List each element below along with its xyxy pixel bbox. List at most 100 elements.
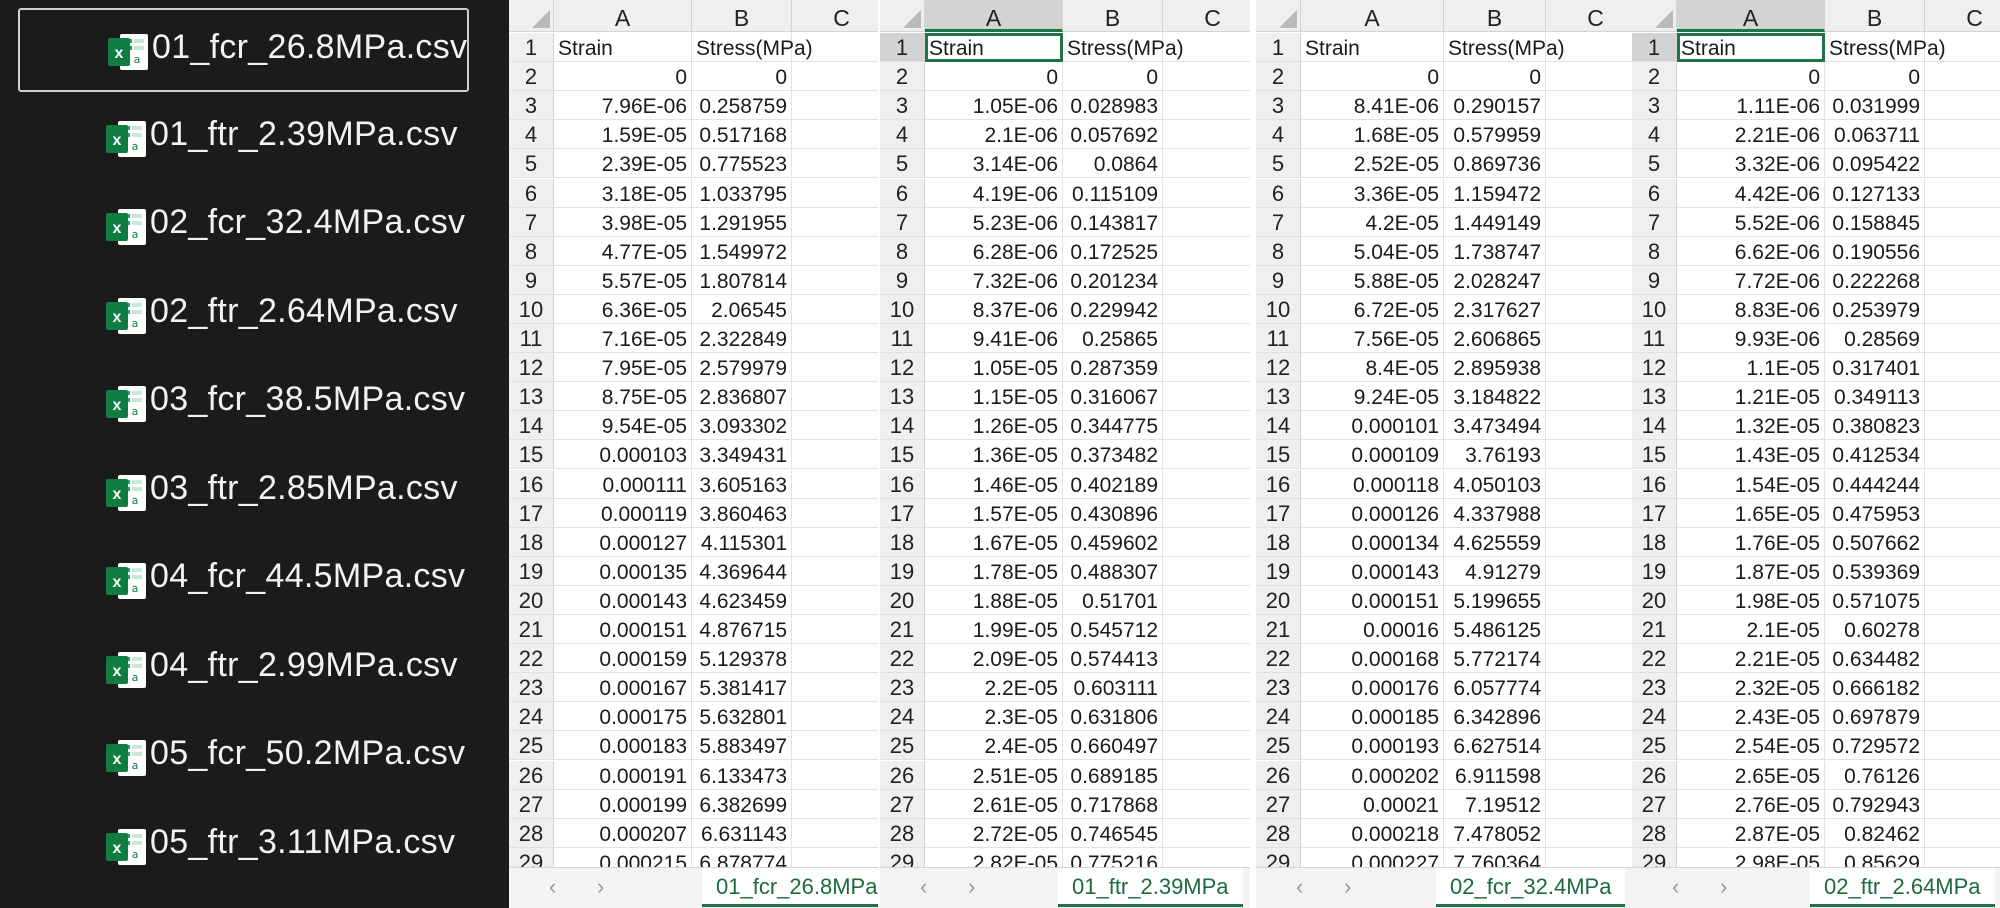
table-cell[interactable]: 0.229942: [1063, 294, 1163, 324]
table-cell[interactable]: 0.000126: [1301, 498, 1444, 528]
table-cell[interactable]: 5.486125: [1444, 615, 1546, 645]
table-cell[interactable]: 1.05E-05: [925, 353, 1063, 383]
table-cell[interactable]: 0.057692: [1063, 120, 1163, 150]
table-cell[interactable]: 0.000159: [554, 644, 692, 674]
table-cell[interactable]: 0.000109: [1301, 440, 1444, 470]
table-cell[interactable]: [792, 266, 878, 295]
table-cell[interactable]: 0.373482: [1063, 440, 1163, 470]
row-header[interactable]: 26: [880, 760, 925, 790]
table-cell[interactable]: 0.775523: [692, 149, 792, 179]
table-cell[interactable]: 0.00021: [1301, 789, 1444, 819]
table-cell[interactable]: 2.39E-05: [554, 149, 692, 179]
table-cell[interactable]: 0.545712: [1063, 615, 1163, 645]
table-cell[interactable]: [792, 324, 878, 354]
table-cell[interactable]: 0.290157: [1444, 91, 1546, 121]
row-header[interactable]: 7: [1632, 207, 1677, 237]
row-header[interactable]: 16: [509, 469, 554, 499]
table-cell[interactable]: 2.43E-05: [1677, 702, 1825, 732]
table-cell[interactable]: [1546, 528, 1632, 557]
table-cell[interactable]: 0.000207: [554, 818, 692, 848]
table-cell[interactable]: 5.88E-05: [1301, 265, 1444, 295]
row-header[interactable]: 28: [1632, 818, 1677, 848]
table-cell[interactable]: 2.3E-05: [925, 702, 1063, 732]
row-header[interactable]: 2: [1632, 62, 1677, 92]
table-cell[interactable]: [1163, 179, 1250, 208]
table-cell[interactable]: 0.000199: [554, 789, 692, 819]
table-cell[interactable]: 0.000143: [554, 585, 692, 615]
row-header[interactable]: 6: [880, 178, 925, 208]
table-cell[interactable]: [1925, 62, 2000, 92]
table-cell[interactable]: [1163, 91, 1250, 121]
row-header[interactable]: 21: [1632, 615, 1677, 645]
table-cell[interactable]: 1.76E-05: [1677, 527, 1825, 557]
file-list-item[interactable]: a x 01_ftr_2.39MPa.csv: [18, 97, 469, 181]
table-cell[interactable]: 6.382699: [692, 789, 792, 819]
table-cell[interactable]: 2.21E-06: [1677, 120, 1825, 150]
row-header[interactable]: 4: [1256, 120, 1301, 150]
row-header[interactable]: 1: [1632, 33, 1677, 63]
table-cell[interactable]: 9.93E-06: [1677, 324, 1825, 354]
row-header[interactable]: 8: [1632, 236, 1677, 266]
table-cell[interactable]: 1.449149: [1444, 207, 1546, 237]
table-cell[interactable]: 0.000127: [554, 527, 692, 557]
table-cell[interactable]: Strain: [1301, 33, 1444, 63]
row-header[interactable]: 12: [880, 353, 925, 383]
table-cell[interactable]: 0.539369: [1825, 556, 1925, 586]
previous-sheet-icon[interactable]: ‹: [920, 874, 927, 900]
table-cell[interactable]: [792, 644, 878, 674]
table-cell[interactable]: 4.42E-06: [1677, 178, 1825, 208]
row-header[interactable]: 13: [509, 382, 554, 412]
table-cell[interactable]: 0.517168: [692, 120, 792, 150]
file-list-item[interactable]: a x 02_fcr_32.4MPa.csv: [18, 185, 469, 269]
table-cell[interactable]: 0.717868: [1063, 789, 1163, 819]
table-cell[interactable]: 2.895938: [1444, 353, 1546, 383]
row-header[interactable]: 24: [509, 702, 554, 732]
sheet-tab-active[interactable]: 01_fcr_26.8MPa: [702, 868, 878, 907]
row-header[interactable]: 23: [509, 673, 554, 703]
column-header-a[interactable]: A: [925, 0, 1063, 32]
row-header[interactable]: 12: [1632, 353, 1677, 383]
row-header[interactable]: 22: [1256, 644, 1301, 674]
table-cell[interactable]: [1925, 440, 2000, 470]
table-cell[interactable]: [1546, 790, 1632, 819]
table-cell[interactable]: 2.72E-05: [925, 818, 1063, 848]
table-cell[interactable]: 3.14E-06: [925, 149, 1063, 179]
table-cell[interactable]: Stress(MPa): [692, 33, 813, 63]
table-cell[interactable]: 0: [1063, 62, 1163, 92]
table-cell[interactable]: 7.95E-05: [554, 353, 692, 383]
table-cell[interactable]: 2.1E-06: [925, 120, 1063, 150]
table-cell[interactable]: [1546, 91, 1632, 121]
table-cell[interactable]: 0.000143: [1301, 556, 1444, 586]
table-cell[interactable]: 1.59E-05: [554, 120, 692, 150]
table-cell[interactable]: 3.605163: [692, 469, 792, 499]
table-cell[interactable]: 3.36E-05: [1301, 178, 1444, 208]
table-cell[interactable]: 0.158845: [1825, 207, 1925, 237]
table-cell[interactable]: [1925, 353, 2000, 383]
row-header[interactable]: 10: [880, 294, 925, 324]
table-cell[interactable]: 1.98E-05: [1677, 585, 1825, 615]
table-cell[interactable]: 1.807814: [692, 265, 792, 295]
table-cell[interactable]: [1925, 499, 2000, 528]
table-cell[interactable]: 0.000134: [1301, 527, 1444, 557]
row-header[interactable]: 19: [1632, 556, 1677, 586]
table-cell[interactable]: 0.000151: [554, 615, 692, 645]
table-cell[interactable]: 8.4E-05: [1301, 353, 1444, 383]
table-cell[interactable]: [1546, 208, 1632, 237]
table-cell[interactable]: 1.033795: [692, 178, 792, 208]
table-cell[interactable]: 2.836807: [692, 382, 792, 412]
table-cell[interactable]: 2.606865: [1444, 324, 1546, 354]
table-cell[interactable]: [792, 382, 878, 412]
row-header[interactable]: 15: [509, 440, 554, 470]
table-cell[interactable]: [1163, 440, 1250, 470]
table-cell[interactable]: 0.127133: [1825, 178, 1925, 208]
row-header[interactable]: 9: [1256, 265, 1301, 295]
table-cell[interactable]: 0.063711: [1825, 120, 1925, 150]
table-cell[interactable]: 6.36E-05: [554, 294, 692, 324]
table-cell[interactable]: 5.04E-05: [1301, 236, 1444, 266]
table-cell[interactable]: 2.1E-05: [1677, 615, 1825, 645]
row-header[interactable]: 25: [1632, 731, 1677, 761]
select-all-corner[interactable]: [1632, 0, 1677, 32]
table-cell[interactable]: Stress(MPa): [1063, 33, 1184, 63]
file-list-item[interactable]: a x 02_ftr_2.64MPa.csv: [18, 274, 469, 358]
row-header[interactable]: 1: [880, 33, 925, 63]
